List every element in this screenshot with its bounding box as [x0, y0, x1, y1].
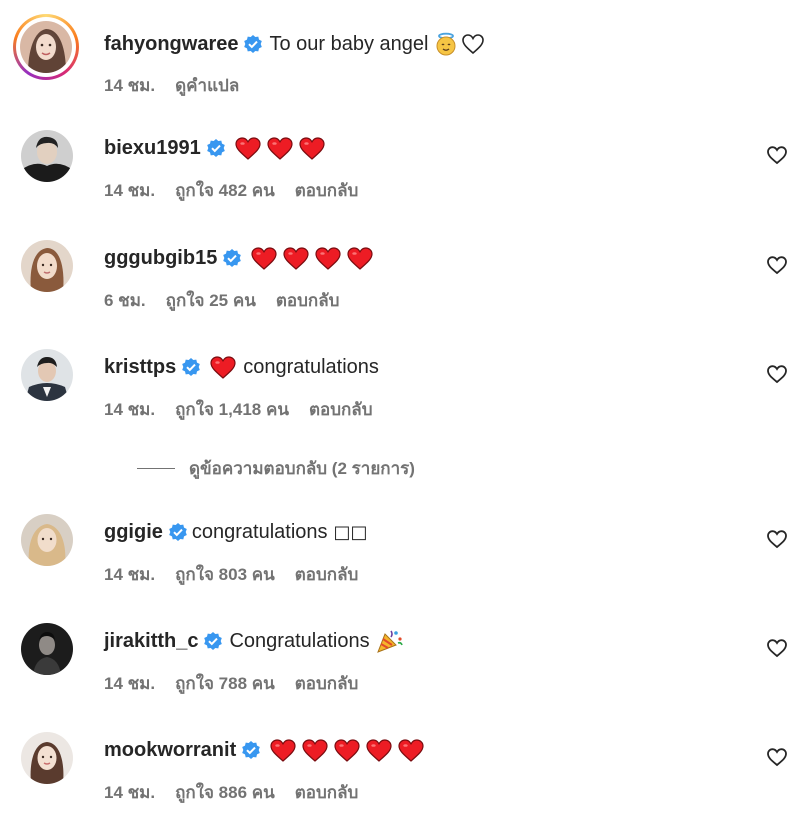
comment-time: 6 ชม.: [104, 291, 146, 310]
avatar[interactable]: [21, 623, 73, 675]
like-count[interactable]: ถูกใจ 803 คน: [175, 561, 275, 588]
red-heart-icon: [315, 246, 341, 270]
comment-text: congratulations: [191, 520, 328, 543]
divider-line: [137, 468, 175, 469]
verified-badge-icon: [206, 139, 225, 157]
avatar[interactable]: [21, 240, 73, 292]
like-count[interactable]: ถูกใจ 788 คน: [175, 670, 275, 697]
heart-outline-icon[interactable]: [766, 364, 788, 384]
like-count[interactable]: ถูกใจ 1,418 คน: [175, 396, 289, 423]
verified-badge-icon: [242, 741, 261, 759]
heart-outline-icon[interactable]: [766, 255, 788, 275]
comment-text: To our baby angel: [269, 32, 429, 55]
comment-time: 14 ชม.: [104, 76, 156, 95]
red-heart-icon: [299, 136, 325, 160]
comment-item: kristtps congratulations 14 ชม. ถูกใจ 1,…: [0, 349, 800, 429]
verified-badge-icon: [244, 35, 263, 53]
heart-outline-icon[interactable]: [766, 638, 788, 658]
avatar-story-ring[interactable]: [13, 14, 79, 80]
comment-text: Congratulations: [229, 629, 370, 652]
comment-item: biexu1991 14 ชม. ถูกใจ 482 คน ตอบกลับ: [0, 130, 800, 210]
avatar[interactable]: [21, 732, 73, 784]
verified-badge-icon: [204, 632, 223, 650]
username[interactable]: biexu1991: [104, 137, 201, 160]
red-heart-icon: [302, 738, 328, 762]
red-heart-icon: [347, 246, 373, 270]
comment-time: 14 ชม.: [104, 783, 156, 802]
red-heart-icon: [210, 355, 236, 379]
username[interactable]: kristtps: [104, 356, 176, 379]
view-replies-label: ดูข้อความตอบกลับ (2 รายการ): [189, 459, 415, 478]
reply-button[interactable]: ตอบกลับ: [295, 561, 359, 588]
comment-time: 14 ชม.: [104, 400, 156, 419]
reply-button[interactable]: ตอบกลับ: [295, 779, 359, 806]
avatar[interactable]: [21, 130, 73, 182]
red-heart-icon: [334, 738, 360, 762]
white-heart-icon: [461, 34, 484, 55]
party-popper-icon: [376, 630, 403, 653]
reply-button[interactable]: ตอบกลับ: [309, 396, 373, 423]
reply-button[interactable]: ตอบกลับ: [276, 287, 340, 314]
comment-item: jirakitth_c Congratulations 14 ชม. ถูกใจ…: [0, 623, 800, 703]
avatar[interactable]: [21, 349, 73, 401]
heart-outline-icon[interactable]: [766, 747, 788, 767]
reply-button[interactable]: ตอบกลับ: [295, 177, 359, 204]
heart-outline-icon[interactable]: [766, 145, 788, 165]
red-heart-icon: [235, 136, 261, 160]
comment-emoji-hearts: [250, 246, 374, 271]
like-count[interactable]: ถูกใจ 482 คน: [175, 177, 275, 204]
comment-time: 14 ชม.: [104, 565, 156, 584]
comment-item: mookworranit 14 ชม. ถูกใจ 886 คน ตอบกลับ: [0, 732, 800, 812]
username[interactable]: fahyongwaree: [104, 33, 238, 56]
comment-emoji-hearts: [234, 136, 326, 161]
red-heart-icon: [270, 738, 296, 762]
verified-badge-icon: [223, 249, 242, 267]
heart-outline-icon[interactable]: [766, 529, 788, 549]
comment-item: gggubgib15 6 ชม. ถูกใจ 25 คน ตอบกลับ: [0, 240, 800, 320]
username[interactable]: jirakitth_c: [104, 630, 198, 653]
verified-badge-icon: [169, 523, 187, 541]
like-count[interactable]: ถูกใจ 886 คน: [175, 779, 275, 806]
comment-emoji-hearts: [269, 738, 425, 763]
red-heart-icon: [398, 738, 424, 762]
comment-time: 14 ชม.: [104, 674, 156, 693]
view-replies-button[interactable]: ดูข้อความตอบกลับ (2 รายการ): [137, 455, 415, 482]
comment-emoji-hearts: [209, 355, 237, 380]
reply-button[interactable]: ตอบกลับ: [295, 670, 359, 697]
username[interactable]: ggigie: [104, 521, 163, 544]
red-heart-icon: [251, 246, 277, 270]
translate-link[interactable]: ดูคำแปล: [175, 72, 239, 99]
verified-badge-icon: [182, 358, 201, 376]
red-heart-icon: [366, 738, 392, 762]
comment-item: ggigie congratulations □□ 14 ชม. ถูกใจ 8…: [0, 514, 800, 594]
comment-item: fahyongwaree To our baby angel 14 ชม. ดู…: [0, 14, 800, 95]
username[interactable]: mookworranit: [104, 739, 236, 762]
username[interactable]: gggubgib15: [104, 247, 217, 270]
like-count[interactable]: ถูกใจ 25 คน: [166, 287, 256, 314]
red-heart-icon: [267, 136, 293, 160]
angel-emoji-icon: [436, 32, 455, 56]
comment-text: congratulations: [243, 355, 379, 378]
avatar[interactable]: [21, 514, 73, 566]
red-heart-icon: [283, 246, 309, 270]
comment-time: 14 ชม.: [104, 181, 156, 200]
missing-glyph-boxes: □□: [333, 521, 368, 543]
